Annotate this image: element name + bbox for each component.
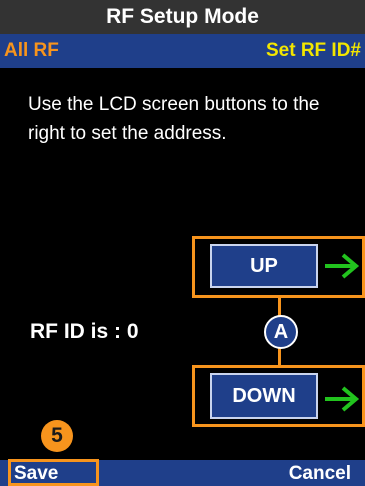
up-button[interactable]: UP xyxy=(210,244,318,288)
callout-marker-a: A xyxy=(264,315,298,349)
rf-id-status: RF ID is : 0 xyxy=(30,320,139,343)
callout-marker-5: 5 xyxy=(41,420,73,452)
down-button[interactable]: DOWN xyxy=(210,373,318,419)
cancel-button[interactable]: Cancel xyxy=(289,462,351,486)
set-rf-id-label: Set RF ID# xyxy=(265,40,361,61)
save-button[interactable]: Save xyxy=(14,462,58,486)
right-arrow-icon xyxy=(325,386,360,412)
page-title: RF Setup Mode xyxy=(106,5,259,28)
title-bar: RF Setup Mode xyxy=(0,0,365,34)
mode-bar: All RF Set RF ID# xyxy=(0,34,365,68)
instruction-text: Use the LCD screen buttons to the right … xyxy=(28,94,320,144)
all-rf-label: All RF xyxy=(4,40,59,61)
lcd-screen: RF Setup Mode All RF Set RF ID# Use the … xyxy=(0,0,365,486)
right-arrow-icon xyxy=(325,253,360,279)
